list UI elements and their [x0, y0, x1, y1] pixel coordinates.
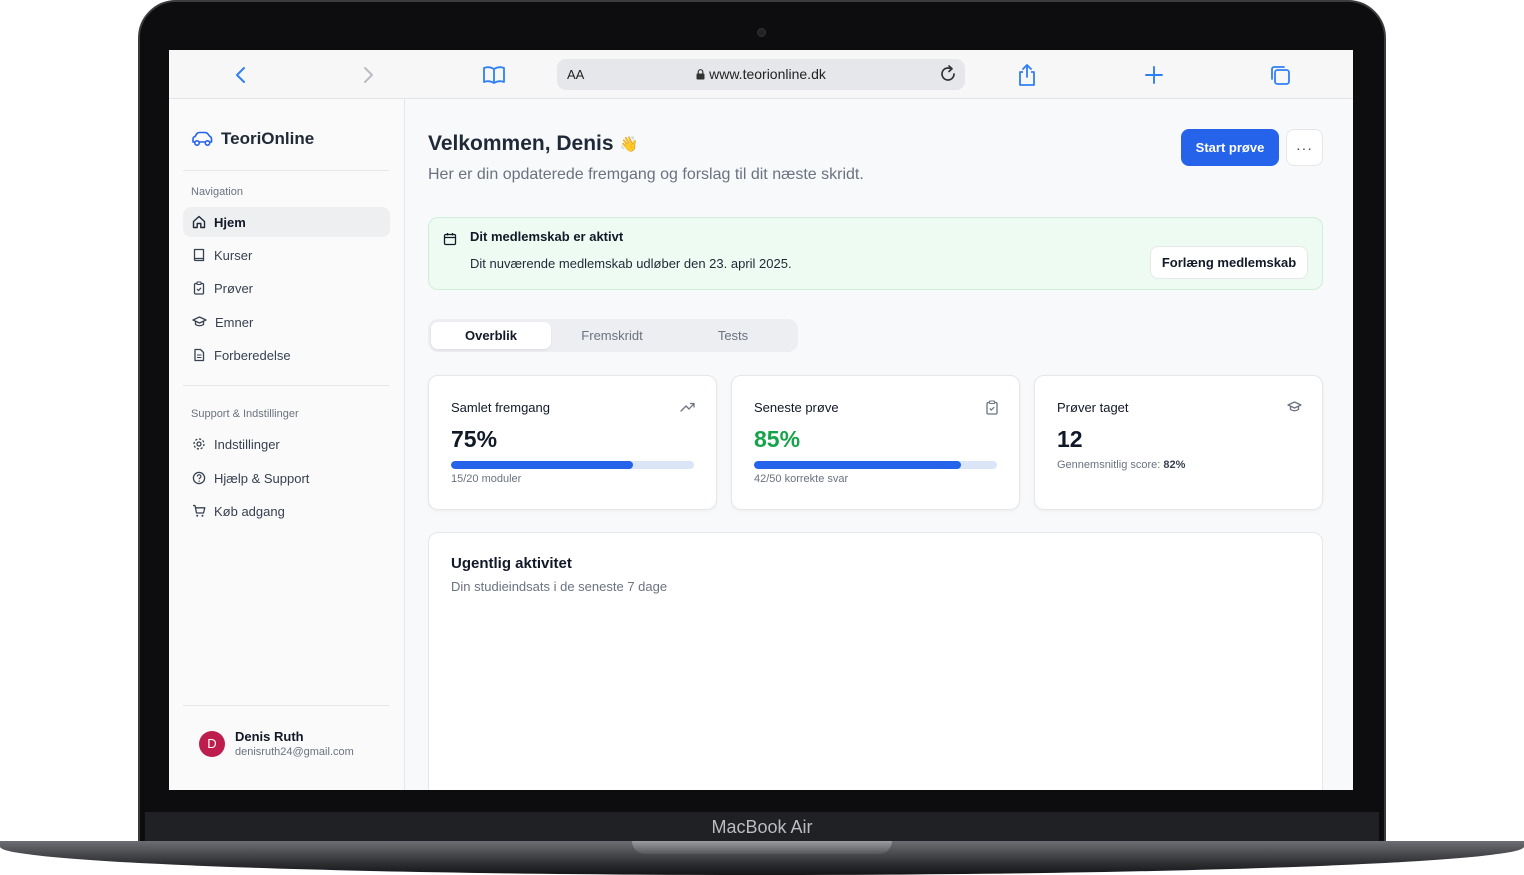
avatar: D	[199, 730, 225, 757]
help-circle-icon	[192, 471, 206, 485]
back-icon[interactable]	[228, 62, 254, 88]
sidebar-item-label: Prøver	[214, 280, 253, 296]
app-logo[interactable]: TeoriOnline	[191, 129, 314, 149]
lock-icon	[696, 69, 705, 80]
card-value: 12	[1057, 426, 1083, 452]
start-test-button[interactable]: Start prøve	[1181, 129, 1279, 166]
gear-icon	[193, 438, 205, 450]
sidebar-item-hjaelp-support[interactable]: Hjælp & Support	[183, 463, 390, 493]
card-value: 85%	[754, 426, 801, 452]
card-title: Seneste prøve	[754, 400, 839, 415]
bookmarks-icon[interactable]	[481, 62, 507, 88]
page-subtitle: Her er din opdaterede fremgang og forsla…	[428, 166, 864, 183]
tab-overblik[interactable]: Overblik	[431, 322, 551, 349]
card-note: Gennemsnitlig score: 82%	[1057, 459, 1185, 471]
sidebar-item-label: Forberedelse	[214, 347, 291, 363]
divider	[183, 385, 389, 386]
tabs: Overblik Fremskridt Tests	[428, 319, 798, 352]
graduation-cap-icon	[192, 316, 207, 327]
main-content: Velkommen, Denis 👋 Her er din opdaterede…	[406, 99, 1353, 790]
progress-bar	[754, 461, 997, 469]
tab-fremskridt[interactable]: Fremskridt	[552, 322, 672, 349]
device-brand-label: MacBook Air	[711, 817, 813, 837]
laptop-device: AA www.teorionline.dk TeoriOnline Naviga…	[0, 0, 1524, 875]
url-text: www.teorionline.dk	[709, 66, 826, 82]
address-bar[interactable]: AA www.teorionline.dk	[557, 59, 965, 90]
trending-up-icon	[680, 402, 695, 412]
sidebar-item-hjem[interactable]: Hjem	[183, 207, 390, 237]
card-title: Prøver taget	[1057, 400, 1129, 415]
sidebar: TeoriOnline Navigation Hjem Kurser Prøve…	[169, 99, 405, 790]
document-icon	[194, 348, 205, 362]
graduation-cap-icon	[1287, 401, 1302, 412]
sidebar-item-forberedelse[interactable]: Forberedelse	[183, 340, 390, 370]
progress-bar-fill	[754, 461, 961, 469]
clipboard-check-icon	[986, 400, 998, 415]
share-icon[interactable]	[1014, 62, 1040, 88]
sidebar-item-label: Kurser	[214, 247, 253, 263]
user-name: Denis Ruth	[235, 729, 304, 744]
url-display[interactable]: www.teorionline.dk	[557, 66, 965, 82]
membership-alert: Dit medlemskab er aktivt Dit nuværende m…	[428, 217, 1323, 290]
wave-icon: 👋	[619, 136, 639, 153]
card-note-value: 82%	[1163, 459, 1186, 471]
user-email: denisruth24@gmail.com	[235, 746, 354, 758]
divider	[183, 705, 389, 706]
card-value: 75%	[451, 426, 498, 452]
book-icon	[193, 248, 205, 262]
home-icon	[192, 215, 206, 229]
page-title: Velkommen, Denis 👋	[428, 132, 638, 156]
browser-toolbar: AA www.teorionline.dk	[169, 50, 1353, 99]
stat-card-latest-test: Seneste prøve 85% 42/50 korrekte svar	[731, 375, 1020, 510]
progress-bar-fill	[451, 461, 634, 469]
weekly-activity-card: Ugentlig aktivitet Din studieindsats i d…	[428, 532, 1323, 790]
sidebar-item-prover[interactable]: Prøver	[183, 273, 390, 303]
activity-title: Ugentlig aktivitet	[451, 555, 572, 572]
screen: AA www.teorionline.dk TeoriOnline Naviga…	[169, 50, 1353, 790]
app-name: TeoriOnline	[221, 129, 315, 148]
progress-bar	[451, 461, 694, 469]
stat-card-tests-taken: Prøver taget 12 Gennemsnitlig score: 82%	[1034, 375, 1323, 510]
support-section-label: Support & Indstillinger	[191, 408, 299, 420]
forward-icon[interactable]	[355, 62, 381, 88]
sidebar-item-label: Emner	[215, 314, 254, 330]
camera-icon	[757, 28, 766, 37]
sidebar-item-label: Hjem	[214, 214, 246, 230]
extend-membership-button[interactable]: Forlæng medlemskab	[1150, 246, 1308, 279]
alert-text: Dit nuværende medlemskab udløber den 23.…	[470, 256, 792, 271]
reload-icon[interactable]	[937, 63, 959, 90]
sidebar-item-emner[interactable]: Emner	[183, 307, 390, 337]
more-options-button[interactable]: ···	[1286, 129, 1323, 166]
card-note: 42/50 korrekte svar	[754, 473, 849, 485]
new-tab-icon[interactable]	[1141, 62, 1167, 88]
stat-card-progress: Samlet fremgang 75% 15/20 moduler	[428, 375, 717, 510]
clipboard-icon	[193, 281, 205, 295]
laptop-hinge-notch	[632, 841, 892, 854]
cart-icon	[193, 504, 206, 517]
sidebar-item-label: Indstillinger	[214, 436, 280, 452]
card-note-label: Gennemsnitlig score:	[1057, 459, 1161, 471]
activity-subtitle: Din studieindsats i de seneste 7 dage	[451, 579, 668, 594]
page-title-text: Velkommen, Denis	[428, 132, 614, 155]
car-icon	[192, 131, 213, 147]
sidebar-item-kob-adgang[interactable]: Køb adgang	[183, 496, 390, 526]
card-title: Samlet fremgang	[451, 400, 550, 415]
tab-tests[interactable]: Tests	[673, 322, 793, 349]
alert-title: Dit medlemskab er aktivt	[470, 229, 624, 244]
calendar-icon	[443, 233, 457, 246]
user-profile[interactable]: D Denis Ruth denisruth24@gmail.com	[199, 729, 354, 758]
sidebar-item-label: Køb adgang	[214, 503, 285, 519]
divider	[183, 170, 389, 171]
card-note: 15/20 moduler	[451, 473, 522, 485]
sidebar-item-indstillinger[interactable]: Indstillinger	[183, 429, 390, 459]
sidebar-item-kurser[interactable]: Kurser	[183, 240, 390, 270]
sidebar-item-label: Hjælp & Support	[214, 470, 310, 486]
tabs-overview-icon[interactable]	[1267, 62, 1293, 88]
nav-section-label: Navigation	[191, 186, 243, 198]
